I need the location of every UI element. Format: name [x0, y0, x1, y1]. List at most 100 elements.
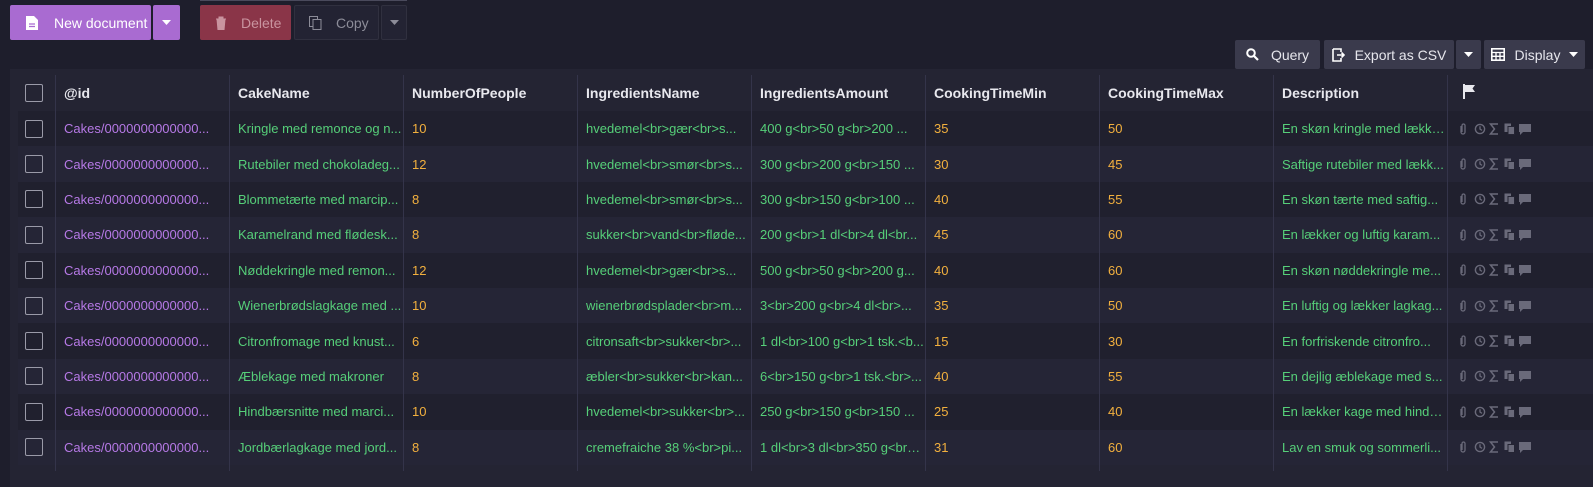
- cell-id[interactable]: Cakes/0000000000000...: [55, 394, 229, 429]
- revisions-icon[interactable]: [1504, 123, 1516, 135]
- column-header-cookingtimemin[interactable]: CookingTimeMin: [925, 75, 1099, 111]
- sigma-icon[interactable]: [1488, 335, 1501, 347]
- cell-id[interactable]: Cakes/0000000000000...: [55, 430, 229, 465]
- comment-icon[interactable]: [1519, 123, 1531, 135]
- revisions-icon[interactable]: [1504, 193, 1516, 206]
- history-icon[interactable]: [1474, 193, 1486, 205]
- table-row[interactable]: Cakes/0000000000000... Rutebiler med chok…: [18, 146, 1593, 182]
- column-header-description[interactable]: Description: [1273, 75, 1447, 111]
- cell-id[interactable]: Cakes/0000000000000...: [55, 217, 229, 252]
- table-row[interactable]: Cakes/0000000000000... Citronfromage med …: [18, 323, 1593, 359]
- cell-id[interactable]: Cakes/0000000000000...: [55, 111, 229, 146]
- cell-id[interactable]: Cakes/0000000000000...: [55, 288, 229, 323]
- attachment-icon[interactable]: [1459, 370, 1471, 383]
- history-icon[interactable]: [1474, 370, 1486, 382]
- attachment-icon[interactable]: [1459, 335, 1471, 347]
- comment-icon[interactable]: [1519, 441, 1531, 454]
- table-row[interactable]: Cakes/0000000000000... Æblekage med makro…: [18, 358, 1593, 395]
- table-row[interactable]: Cakes/0000000000000... Blommetærte med ma…: [18, 181, 1593, 218]
- comment-icon[interactable]: [1519, 406, 1531, 418]
- history-icon[interactable]: [1474, 300, 1486, 312]
- row-checkbox[interactable]: [25, 332, 43, 351]
- row-checkbox[interactable]: [25, 438, 43, 457]
- comment-icon[interactable]: [1519, 229, 1531, 241]
- revisions-icon[interactable]: [1504, 158, 1516, 171]
- table-row[interactable]: Cakes/0000000000000... Hindbærsnitte med …: [18, 394, 1593, 430]
- attachment-icon[interactable]: [1459, 229, 1471, 241]
- row-checkbox[interactable]: [25, 367, 43, 386]
- sigma-icon[interactable]: [1488, 158, 1501, 170]
- new-document-button[interactable]: New document: [10, 5, 151, 40]
- attachment-icon[interactable]: [1459, 158, 1471, 170]
- history-icon[interactable]: [1474, 335, 1486, 347]
- row-checkbox[interactable]: [25, 155, 43, 174]
- copy-button[interactable]: Copy: [294, 5, 379, 40]
- history-icon[interactable]: [1474, 123, 1486, 135]
- table-row[interactable]: Cakes/0000000000000... Jordbærlagkage med…: [18, 429, 1593, 465]
- table-row[interactable]: Cakes/0000000000000... Karamelrand med fl…: [18, 217, 1593, 253]
- sigma-icon[interactable]: [1488, 229, 1501, 241]
- row-checkbox[interactable]: [25, 225, 43, 244]
- history-icon[interactable]: [1474, 264, 1486, 276]
- sigma-icon[interactable]: [1488, 193, 1501, 206]
- history-icon[interactable]: [1474, 406, 1486, 418]
- column-header-cookingtimemax[interactable]: CookingTimeMax: [1099, 75, 1273, 111]
- column-header-ingredientsname[interactable]: IngredientsName: [577, 75, 751, 111]
- row-checkbox[interactable]: [25, 402, 43, 421]
- copy-dropdown-button[interactable]: [381, 5, 407, 40]
- comment-icon[interactable]: [1519, 193, 1531, 206]
- table-row[interactable]: Cakes/0000000000000... Kringle med remonc…: [18, 111, 1593, 147]
- attachment-icon[interactable]: [1459, 264, 1471, 276]
- attachment-icon[interactable]: [1459, 300, 1471, 312]
- cell-id[interactable]: Cakes/0000000000000...: [55, 253, 229, 288]
- delete-button[interactable]: Delete: [200, 5, 291, 40]
- history-icon[interactable]: [1474, 229, 1486, 241]
- cell-id[interactable]: Cakes/0000000000000...: [55, 359, 229, 394]
- sigma-icon[interactable]: [1488, 406, 1501, 418]
- history-icon[interactable]: [1474, 441, 1486, 453]
- display-button[interactable]: Display: [1484, 40, 1585, 69]
- revisions-icon[interactable]: [1504, 370, 1516, 383]
- sigma-icon[interactable]: [1488, 299, 1501, 312]
- revisions-icon[interactable]: [1504, 300, 1516, 312]
- select-all-checkbox[interactable]: [25, 84, 43, 102]
- revisions-icon[interactable]: [1504, 229, 1516, 241]
- revisions-icon[interactable]: [1504, 406, 1516, 418]
- new-document-dropdown-button[interactable]: [153, 5, 180, 40]
- sigma-icon[interactable]: [1488, 122, 1501, 135]
- comment-icon[interactable]: [1519, 264, 1531, 277]
- query-button[interactable]: Query: [1235, 40, 1320, 69]
- sigma-icon[interactable]: [1488, 441, 1501, 454]
- attachment-icon[interactable]: [1459, 123, 1471, 135]
- row-checkbox[interactable]: [25, 190, 43, 209]
- revisions-icon[interactable]: [1504, 441, 1516, 454]
- column-header-id[interactable]: @id: [55, 75, 229, 111]
- table-row[interactable]: Cakes/0000000000000... Wienerbrødslagkage…: [18, 288, 1593, 324]
- column-header-cakename[interactable]: CakeName: [229, 75, 403, 111]
- row-checkbox[interactable]: [25, 261, 43, 280]
- revisions-icon[interactable]: [1504, 264, 1516, 277]
- cell-cookingtimemax: 55: [1108, 191, 1123, 207]
- export-dropdown-button[interactable]: [1456, 40, 1481, 69]
- column-header-numberofpeople[interactable]: NumberOfPeople: [403, 75, 577, 111]
- column-header-ingredientsamount[interactable]: IngredientsAmount: [751, 75, 925, 111]
- cell-id[interactable]: Cakes/0000000000000...: [55, 182, 229, 217]
- revisions-icon[interactable]: [1504, 335, 1516, 348]
- sigma-icon[interactable]: [1488, 370, 1501, 383]
- comment-icon[interactable]: [1519, 300, 1531, 312]
- attachment-icon[interactable]: [1459, 406, 1471, 418]
- comment-icon[interactable]: [1519, 335, 1531, 348]
- row-checkbox[interactable]: [25, 296, 43, 315]
- attachment-icon[interactable]: [1459, 441, 1471, 453]
- table-row[interactable]: Cakes/0000000000000... Nøddekringle med r…: [18, 252, 1593, 288]
- comment-icon[interactable]: [1519, 370, 1531, 383]
- column-divider: [577, 75, 578, 471]
- sigma-icon[interactable]: [1488, 264, 1501, 277]
- cell-id[interactable]: Cakes/0000000000000...: [55, 323, 229, 358]
- history-icon[interactable]: [1474, 158, 1486, 170]
- attachment-icon[interactable]: [1459, 193, 1471, 206]
- cell-id[interactable]: Cakes/0000000000000...: [55, 146, 229, 181]
- export-csv-button[interactable]: Export as CSV: [1324, 40, 1454, 69]
- comment-icon[interactable]: [1519, 158, 1531, 171]
- row-checkbox[interactable]: [25, 119, 43, 138]
